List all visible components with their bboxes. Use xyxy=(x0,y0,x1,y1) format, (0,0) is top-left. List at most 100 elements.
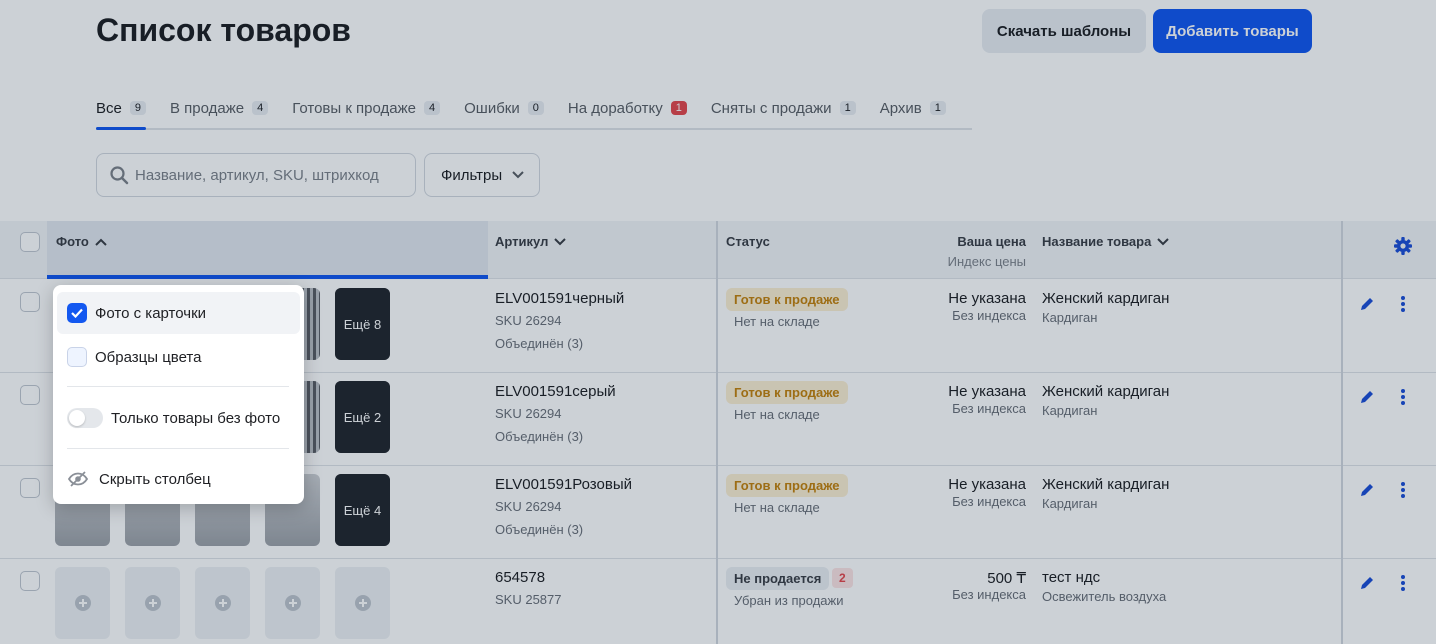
tab-removed[interactable]: Сняты с продажи 1 xyxy=(711,88,856,128)
checkbox-unchecked[interactable] xyxy=(67,347,87,367)
tab-all[interactable]: Все 9 xyxy=(96,88,146,130)
price-index-column-header: Индекс цены xyxy=(900,254,1026,269)
filters-button[interactable]: Фильтры xyxy=(424,153,540,197)
chevron-up-icon xyxy=(95,238,107,246)
card-photo-option[interactable]: Фото с карточки xyxy=(57,292,300,334)
tab-errors[interactable]: Ошибки 0 xyxy=(464,88,544,128)
add-photo-icon xyxy=(214,595,231,611)
tab-label: Ошибки xyxy=(464,99,520,117)
select-all-checkbox[interactable] xyxy=(20,232,40,252)
hide-column-option[interactable]: Скрыть столбец xyxy=(57,458,300,500)
article-value: ELV001591черный xyxy=(495,290,625,307)
pencil-icon[interactable] xyxy=(1359,296,1375,312)
article-value: 654578 xyxy=(495,569,546,586)
status-badge: Готов к продаже xyxy=(726,288,848,311)
search-input[interactable] xyxy=(135,166,405,184)
no-photo-only-label: Только товары без фото xyxy=(111,409,281,427)
more-photos-label: Ещё 2 xyxy=(335,381,390,453)
more-vertical-icon[interactable] xyxy=(1401,389,1405,405)
price-index-label: Индекс цены xyxy=(947,254,1026,269)
article-value: ELV001591Розовый xyxy=(495,476,632,493)
add-photo-slot[interactable] xyxy=(55,567,110,639)
tab-count: 4 xyxy=(252,101,269,115)
add-photo-slot[interactable] xyxy=(195,567,250,639)
add-photo-slot[interactable] xyxy=(335,567,390,639)
photo-column-header[interactable]: Фото xyxy=(56,234,107,249)
pencil-icon[interactable] xyxy=(1359,389,1375,405)
no-photo-only-option[interactable]: Только товары без фото xyxy=(57,397,300,439)
article-column-header[interactable]: Артикул xyxy=(495,234,567,249)
merged-link[interactable]: Объединён (3) xyxy=(495,336,583,351)
row-checkbox[interactable] xyxy=(20,478,40,498)
tab-count: 0 xyxy=(527,101,544,115)
status-column-label: Статус xyxy=(726,234,770,249)
tab-rework[interactable]: На доработку 1 xyxy=(568,88,687,128)
add-photo-icon xyxy=(284,595,301,611)
stock-status: Убран из продажи xyxy=(734,593,844,608)
status-column-header: Статус xyxy=(726,234,770,249)
menu-divider xyxy=(67,386,289,387)
name-column-header[interactable]: Название товара xyxy=(1042,234,1170,249)
sku-value: SKU 26294 xyxy=(495,406,562,421)
download-templates-button[interactable]: Скачать шаблоны xyxy=(982,9,1146,53)
photo-column-highlight xyxy=(47,221,488,279)
more-vertical-icon[interactable] xyxy=(1401,296,1405,312)
add-photo-slot[interactable] xyxy=(125,567,180,639)
price-value: Не указана xyxy=(948,290,1026,307)
product-name: Женский кардиган xyxy=(1042,476,1170,493)
issues-count-badge[interactable]: 2 xyxy=(832,568,853,588)
product-name: Женский кардиган xyxy=(1042,383,1170,400)
more-vertical-icon[interactable] xyxy=(1401,482,1405,498)
pencil-icon[interactable] xyxy=(1359,575,1375,591)
more-vertical-icon[interactable] xyxy=(1401,575,1405,591)
pencil-icon[interactable] xyxy=(1359,482,1375,498)
price-value: 500 ₸ xyxy=(987,570,1026,587)
tab-label: Сняты с продажи xyxy=(710,99,832,117)
status-badge: Не продается xyxy=(726,567,830,590)
settings-gear-icon[interactable] xyxy=(1393,236,1413,256)
tab-count: 4 xyxy=(424,101,441,115)
tab-on-sale[interactable]: В продаже 4 xyxy=(169,88,269,128)
tab-ready[interactable]: Готовы к продаже 4 xyxy=(292,88,441,128)
add-products-button[interactable]: Добавить товары xyxy=(1153,9,1312,53)
row-checkbox[interactable] xyxy=(20,385,40,405)
add-photo-icon xyxy=(354,595,371,611)
more-photos-thumbnail[interactable]: Ещё 4 xyxy=(335,474,390,546)
sku-value: SKU 26294 xyxy=(495,313,562,328)
tab-label: Архив xyxy=(879,99,922,117)
tab-archive[interactable]: Архив 1 xyxy=(880,88,946,128)
name-column-label: Название товара xyxy=(1042,234,1152,249)
page-title: Список товаров xyxy=(96,12,351,48)
stock-status: Нет на складе xyxy=(734,314,820,329)
search-icon xyxy=(110,166,129,185)
article-column-label: Артикул xyxy=(495,234,549,249)
chevron-down-icon xyxy=(512,171,524,179)
more-photos-thumbnail[interactable]: Ещё 2 xyxy=(335,381,390,453)
merged-link[interactable]: Объединён (3) xyxy=(495,522,583,537)
chevron-down-icon xyxy=(554,237,567,245)
product-name: тест ндс xyxy=(1042,569,1101,586)
color-samples-option[interactable]: Образцы цвета xyxy=(57,336,300,378)
color-samples-label: Образцы цвета xyxy=(95,348,202,366)
row-checkbox[interactable] xyxy=(20,571,40,591)
row-checkbox[interactable] xyxy=(20,292,40,312)
merged-link[interactable]: Объединён (3) xyxy=(495,429,583,444)
stock-status: Нет на складе xyxy=(734,407,820,422)
tab-label: В продаже xyxy=(169,99,245,117)
tab-count-alert: 1 xyxy=(670,101,687,115)
no-photo-toggle[interactable] xyxy=(67,408,103,428)
checkbox-checked[interactable] xyxy=(67,303,87,323)
more-photos-thumbnail[interactable]: Ещё 8 xyxy=(335,288,390,360)
search-box xyxy=(96,153,416,197)
product-category: Кардиган xyxy=(1042,496,1098,511)
photo-column-menu: Фото с карточки Образцы цвета Только тов… xyxy=(53,285,304,504)
price-column-header: Ваша цена xyxy=(900,234,1026,249)
tab-count: 1 xyxy=(929,101,946,115)
add-photo-slot[interactable] xyxy=(265,567,320,639)
price-index-value: Без индекса xyxy=(952,401,1026,416)
status-badge: Готов к продаже xyxy=(726,381,848,404)
add-photo-icon xyxy=(144,595,161,611)
price-index-value: Без индекса xyxy=(952,308,1026,323)
photo-column-label: Фото xyxy=(56,234,89,249)
card-photo-label: Фото с карточки xyxy=(95,304,207,322)
